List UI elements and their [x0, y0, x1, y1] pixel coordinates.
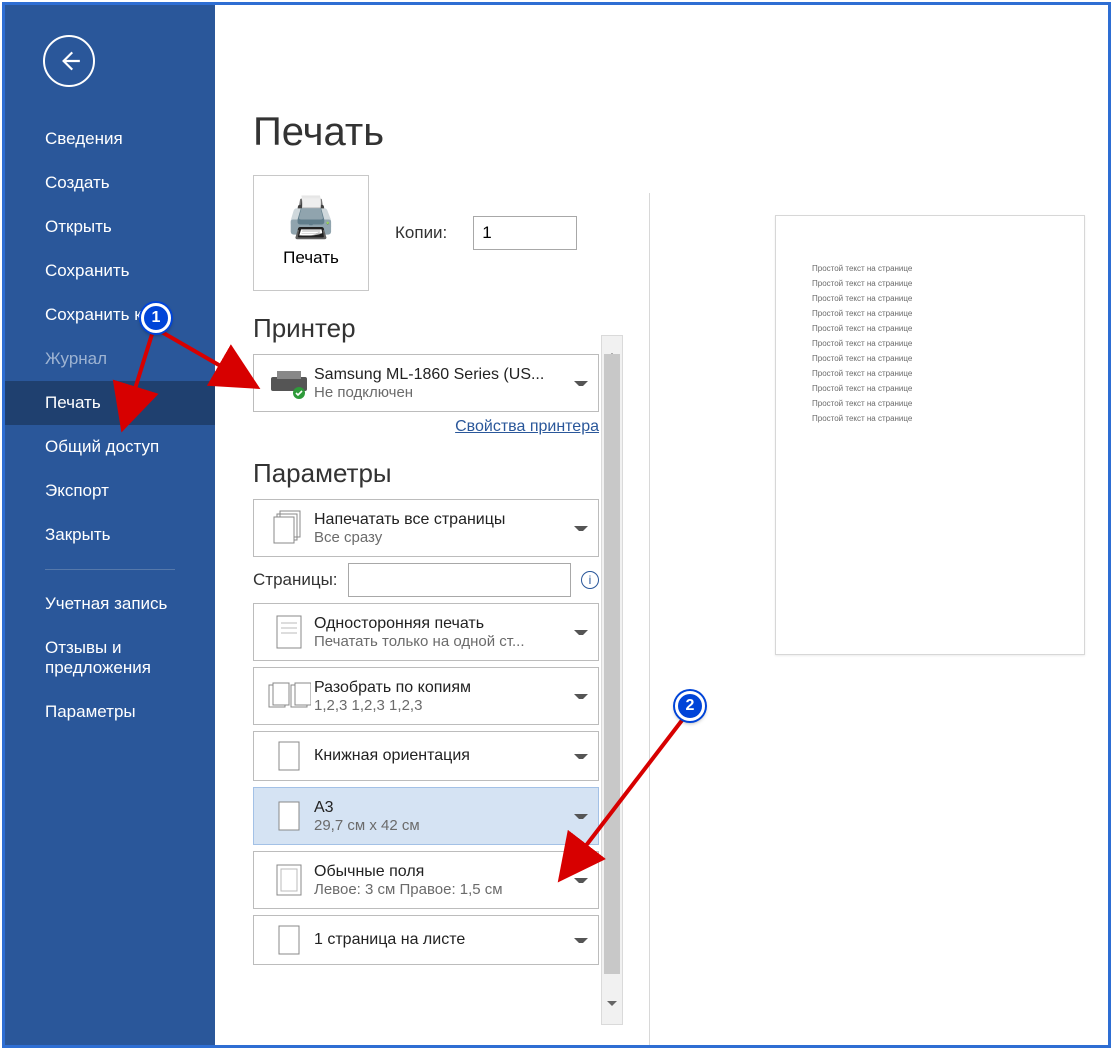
scroll-up-arrow[interactable] [602, 336, 622, 354]
nav-item-history[interactable]: Журнал [5, 337, 215, 381]
preview-text-line: Простой текст на странице [812, 264, 1048, 273]
setting-sides[interactable]: Односторонняя печать Печатать только на … [253, 603, 599, 661]
printer-icon: 🖨️ [286, 198, 336, 238]
preview-text-line: Простой текст на странице [812, 384, 1048, 393]
nav-item-save[interactable]: Сохранить [5, 249, 215, 293]
setting-orientation[interactable]: Книжная ориентация [253, 731, 599, 781]
printer-selector[interactable]: Samsung ML-1860 Series (US... Не подключ… [253, 354, 599, 412]
portrait-icon [264, 734, 314, 778]
annotation-badge-2: 2 [675, 691, 705, 721]
chevron-down-icon [574, 381, 588, 386]
setting-paper-size[interactable]: A3 29,7 см x 42 см [253, 787, 599, 845]
nav-item-new[interactable]: Создать [5, 161, 215, 205]
nav-item-options[interactable]: Параметры [5, 690, 215, 734]
nav-item-info[interactable]: Сведения [5, 117, 215, 161]
nav-item-account[interactable]: Учетная запись [5, 582, 215, 626]
scroll-down-arrow[interactable] [602, 1006, 622, 1024]
nav-item-open[interactable]: Открыть [5, 205, 215, 249]
copies-label: Копии: [395, 223, 447, 243]
setting-pages-per-sheet[interactable]: 1 страница на листе [253, 915, 599, 965]
nav-item-saveas[interactable]: Сохранить как [5, 293, 215, 337]
backstage-sidebar: Сведения Создать Открыть Сохранить Сохра… [5, 5, 215, 1045]
setting-collate[interactable]: Разобрать по копиям 1,2,3 1,2,3 1,2,3 [253, 667, 599, 725]
preview-divider [649, 193, 650, 1045]
arrow-left-icon [56, 48, 82, 74]
preview-text-line: Простой текст на странице [812, 414, 1048, 423]
preview-text-line: Простой текст на странице [812, 324, 1048, 333]
annotation-badge-1: 1 [141, 303, 171, 333]
chevron-down-icon [574, 938, 588, 943]
chevron-down-icon [574, 526, 588, 531]
pages-info-icon[interactable]: i [581, 571, 599, 589]
preview-text-line: Простой текст на странице [812, 309, 1048, 318]
one-per-sheet-icon [264, 918, 314, 962]
setting-print-scope[interactable]: Напечатать все страницы Все сразу [253, 499, 599, 557]
settings-scrollbar[interactable] [601, 335, 623, 1025]
nav-item-feedback[interactable]: Отзывы и предложения [5, 626, 215, 690]
nav-item-close[interactable]: Закрыть [5, 513, 215, 557]
chevron-down-icon [574, 878, 588, 883]
nav-divider [45, 569, 175, 570]
nav-item-print[interactable]: Печать [5, 381, 215, 425]
collate-icon [264, 674, 314, 718]
pages-label: Страницы: [253, 570, 338, 590]
chevron-down-icon [574, 694, 588, 699]
copies-input[interactable] [473, 216, 577, 250]
printer-status: Не подключен [314, 384, 566, 401]
scrollbar-thumb[interactable] [604, 354, 620, 974]
preview-text-line: Простой текст на странице [812, 339, 1048, 348]
chevron-down-icon [574, 814, 588, 819]
page-title: Печать [253, 110, 1078, 155]
pages-stack-icon [264, 506, 314, 550]
printer-name: Samsung ML-1860 Series (US... [314, 366, 566, 384]
nav-item-share[interactable]: Общий доступ [5, 425, 215, 469]
chevron-down-icon [574, 754, 588, 759]
preview-text-line: Простой текст на странице [812, 279, 1048, 288]
setting-margins[interactable]: Обычные поля Левое: 3 см Правое: 1,5 см [253, 851, 599, 909]
paper-icon [264, 794, 314, 838]
preview-text-line: Простой текст на странице [812, 354, 1048, 363]
pages-input[interactable] [348, 563, 571, 597]
preview-text-line: Простой текст на странице [812, 369, 1048, 378]
margins-icon [264, 858, 314, 902]
back-button[interactable] [43, 35, 95, 87]
printer-device-icon [264, 361, 314, 405]
nav-item-export[interactable]: Экспорт [5, 469, 215, 513]
single-side-icon [264, 610, 314, 654]
print-button[interactable]: 🖨️ Печать [253, 175, 369, 291]
chevron-down-icon [574, 630, 588, 635]
preview-text-line: Простой текст на странице [812, 294, 1048, 303]
preview-text-line: Простой текст на странице [812, 399, 1048, 408]
printer-properties-link[interactable]: Свойства принтера [455, 418, 599, 435]
print-button-label: Печать [283, 248, 339, 268]
print-preview-page: Простой текст на странице Простой текст н… [775, 215, 1085, 655]
